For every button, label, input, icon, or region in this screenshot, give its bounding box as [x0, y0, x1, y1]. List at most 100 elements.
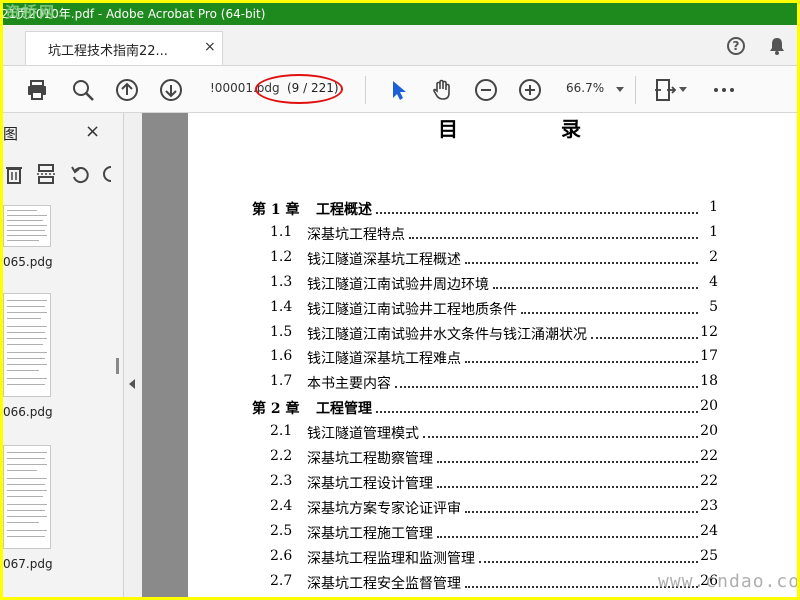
toc-page-number: 25 — [700, 547, 718, 564]
toc-section-row[interactable]: 2.6 深基坑工程监理和监测管理 25 — [252, 546, 718, 570]
toc-page-number: 12 — [700, 323, 718, 340]
toc-leader-dots — [423, 436, 698, 439]
toc-number: 2.5 — [270, 522, 293, 539]
toc-title: 深基坑工程特点 — [307, 226, 405, 243]
toc-page-number: 4 — [709, 273, 718, 290]
panel-collapse-strip[interactable] — [124, 113, 142, 597]
thumbnail-label: 065.pdg — [3, 255, 53, 269]
toc-page-number: 20 — [700, 398, 718, 415]
toc-title: 钱江隧道江南试验井水文条件与钱江涌潮状况 — [307, 326, 587, 343]
toc-leader-dots — [437, 485, 698, 488]
toc-section-row[interactable]: 1.3 钱江隧道江南试验井周边环境 4 — [252, 272, 718, 296]
pdf-page: 目 录 第 1 章工程概述 1 1.1 深基坑工程特点 1 1.2 钱江隧道深基坑工程概述 2… — [188, 113, 797, 597]
toc-title: 深基坑工程设计管理 — [307, 475, 433, 492]
print-icon[interactable] — [25, 78, 49, 102]
zoom-out-icon[interactable] — [474, 78, 498, 102]
toc-leader-dots — [409, 236, 698, 239]
toc-section-row[interactable]: 1.7 本书主要内容 18 — [252, 371, 718, 395]
thumbnail-label: 066.pdg — [3, 405, 53, 419]
select-cursor-icon[interactable] — [387, 78, 411, 102]
title-bar: 21页2010年.pdf - Adobe Acrobat Pro (64-bit… — [3, 3, 797, 25]
thumbnail-label: 067.pdg — [3, 557, 53, 571]
toc-title: 工程管理 — [316, 401, 372, 418]
toc-title: 钱江隧道管理模式 — [307, 426, 419, 443]
help-icon[interactable]: ? — [727, 37, 745, 55]
toc-title: 钱江隧道深基坑工程难点 — [307, 351, 461, 368]
previous-page-icon[interactable] — [115, 78, 139, 102]
panel-close-button[interactable]: × — [85, 121, 100, 142]
toc-title: 本书主要内容 — [307, 376, 391, 393]
toc-section-row[interactable]: 2.5 深基坑工程施工管理 24 — [252, 521, 718, 545]
toc-section-row[interactable]: 2.7 深基坑工程安全监督管理 26 — [252, 571, 718, 595]
toc-title: 钱江隧道江南试验井周边环境 — [307, 276, 489, 293]
toc-section-row[interactable]: 2.1 钱江隧道管理模式 20 — [252, 421, 718, 445]
toc-page-number: 22 — [700, 448, 718, 464]
toc-number: 1.4 — [270, 298, 293, 315]
document-tab-label: 坑工程技术指南22... — [48, 44, 168, 59]
main-toolbar: !00001.pdg (9 / 221) 66.7% — [3, 66, 797, 113]
toc-title: 深基坑工程勘察管理 — [307, 451, 433, 467]
toc-number: 第 2 章 — [252, 401, 300, 418]
delete-icon[interactable] — [3, 163, 25, 185]
page-fit-icon[interactable] — [653, 78, 677, 102]
insert-page-icon[interactable] — [35, 163, 57, 185]
toc-leader-dots — [479, 560, 698, 563]
toc-section-row[interactable]: 1.6 钱江隧道深基坑工程难点 17 — [252, 346, 718, 370]
next-page-icon[interactable] — [159, 78, 183, 102]
page-number-field[interactable]: (9 / 221) — [255, 74, 343, 104]
toc-leader-dots — [376, 411, 698, 414]
toc-section-row[interactable]: 2.4 深基坑方案专家论证评审 23 — [252, 496, 718, 520]
toc-leader-dots — [521, 311, 698, 314]
toc-section-row[interactable]: 2.2 深基坑工程勘察管理 22 — [252, 446, 718, 470]
toc-section-row[interactable]: 1.2 钱江隧道深基坑工程概述 2 — [252, 247, 718, 271]
toc-leader-dots — [465, 261, 698, 264]
site-watermark: 资桥网 — [5, 3, 57, 21]
page-title: 目 录 — [438, 117, 629, 141]
zoom-level[interactable]: 66.7% — [566, 81, 604, 95]
toc-page-number: 24 — [700, 522, 718, 539]
zoom-search-icon[interactable] — [71, 78, 95, 102]
document-viewport[interactable]: 目 录 第 1 章工程概述 1 1.1 深基坑工程特点 1 1.2 钱江隧道深基坑工程概述 2… — [142, 113, 797, 597]
toc-section-row[interactable]: 1.1 深基坑工程特点 1 — [252, 222, 718, 246]
zoom-in-icon[interactable] — [518, 78, 542, 102]
toc-number: 1.2 — [270, 248, 293, 265]
toc-page-number: 2 — [709, 248, 718, 265]
toc-number: 1.3 — [270, 273, 293, 290]
toc-page-number: 1 — [709, 223, 718, 240]
scrollbar-grip[interactable] — [116, 358, 119, 374]
toc-page-number: 23 — [700, 497, 718, 514]
tab-close-button[interactable]: × — [204, 39, 216, 55]
toc-page-number: 17 — [700, 348, 718, 365]
tab-bar: 坑工程技术指南22... × ? — [3, 25, 797, 66]
toc-page-number: 5 — [709, 298, 718, 315]
bell-icon[interactable] — [767, 36, 787, 56]
toolbar-divider — [635, 76, 636, 104]
toc-title: 工程概述 — [316, 202, 372, 218]
page-indicator: (9 / 221) — [287, 81, 339, 95]
toc-page-number: 18 — [700, 373, 718, 390]
toc-number: 1.5 — [270, 323, 293, 340]
thumbnails-scrollbar[interactable] — [113, 203, 122, 597]
toc-title: 深基坑方案专家论证评审 — [307, 500, 461, 517]
rotate-icon[interactable] — [69, 163, 91, 185]
more-tools-icon[interactable] — [712, 78, 736, 102]
toc-section-row[interactable]: 1.5 钱江隧道江南试验井水文条件与钱江涌潮状况 12 — [252, 322, 718, 346]
hand-tool-icon[interactable] — [430, 78, 454, 102]
toc-leader-dots — [437, 461, 698, 463]
toc-section-row[interactable]: 2.3 深基坑工程设计管理 22 — [252, 471, 718, 495]
page-thumbnail-066[interactable] — [3, 293, 51, 397]
rotate-right-icon[interactable] — [103, 163, 125, 185]
collapse-arrow-icon[interactable] — [129, 379, 135, 389]
panel-title: 图 — [3, 125, 19, 143]
toc-chapter-row[interactable]: 第 2 章工程管理 20 — [252, 396, 718, 420]
zoom-dropdown-chevron-icon[interactable] — [616, 87, 624, 92]
page-thumbnail-067[interactable] — [3, 445, 51, 549]
toc-chapter-row[interactable]: 第 1 章工程概述 1 — [252, 197, 718, 221]
toc-number: 1.1 — [270, 223, 293, 240]
document-tab[interactable]: 坑工程技术指南22... × — [25, 31, 223, 65]
toc-section-row[interactable]: 1.4 钱江隧道江南试验井工程地质条件 5 — [252, 297, 718, 321]
page-fit-dropdown-chevron-icon[interactable] — [679, 87, 687, 92]
page-thumbnail-065[interactable] — [3, 205, 51, 247]
toc-number: 2.6 — [270, 547, 293, 564]
toc-title: 钱江隧道深基坑工程概述 — [307, 251, 461, 268]
